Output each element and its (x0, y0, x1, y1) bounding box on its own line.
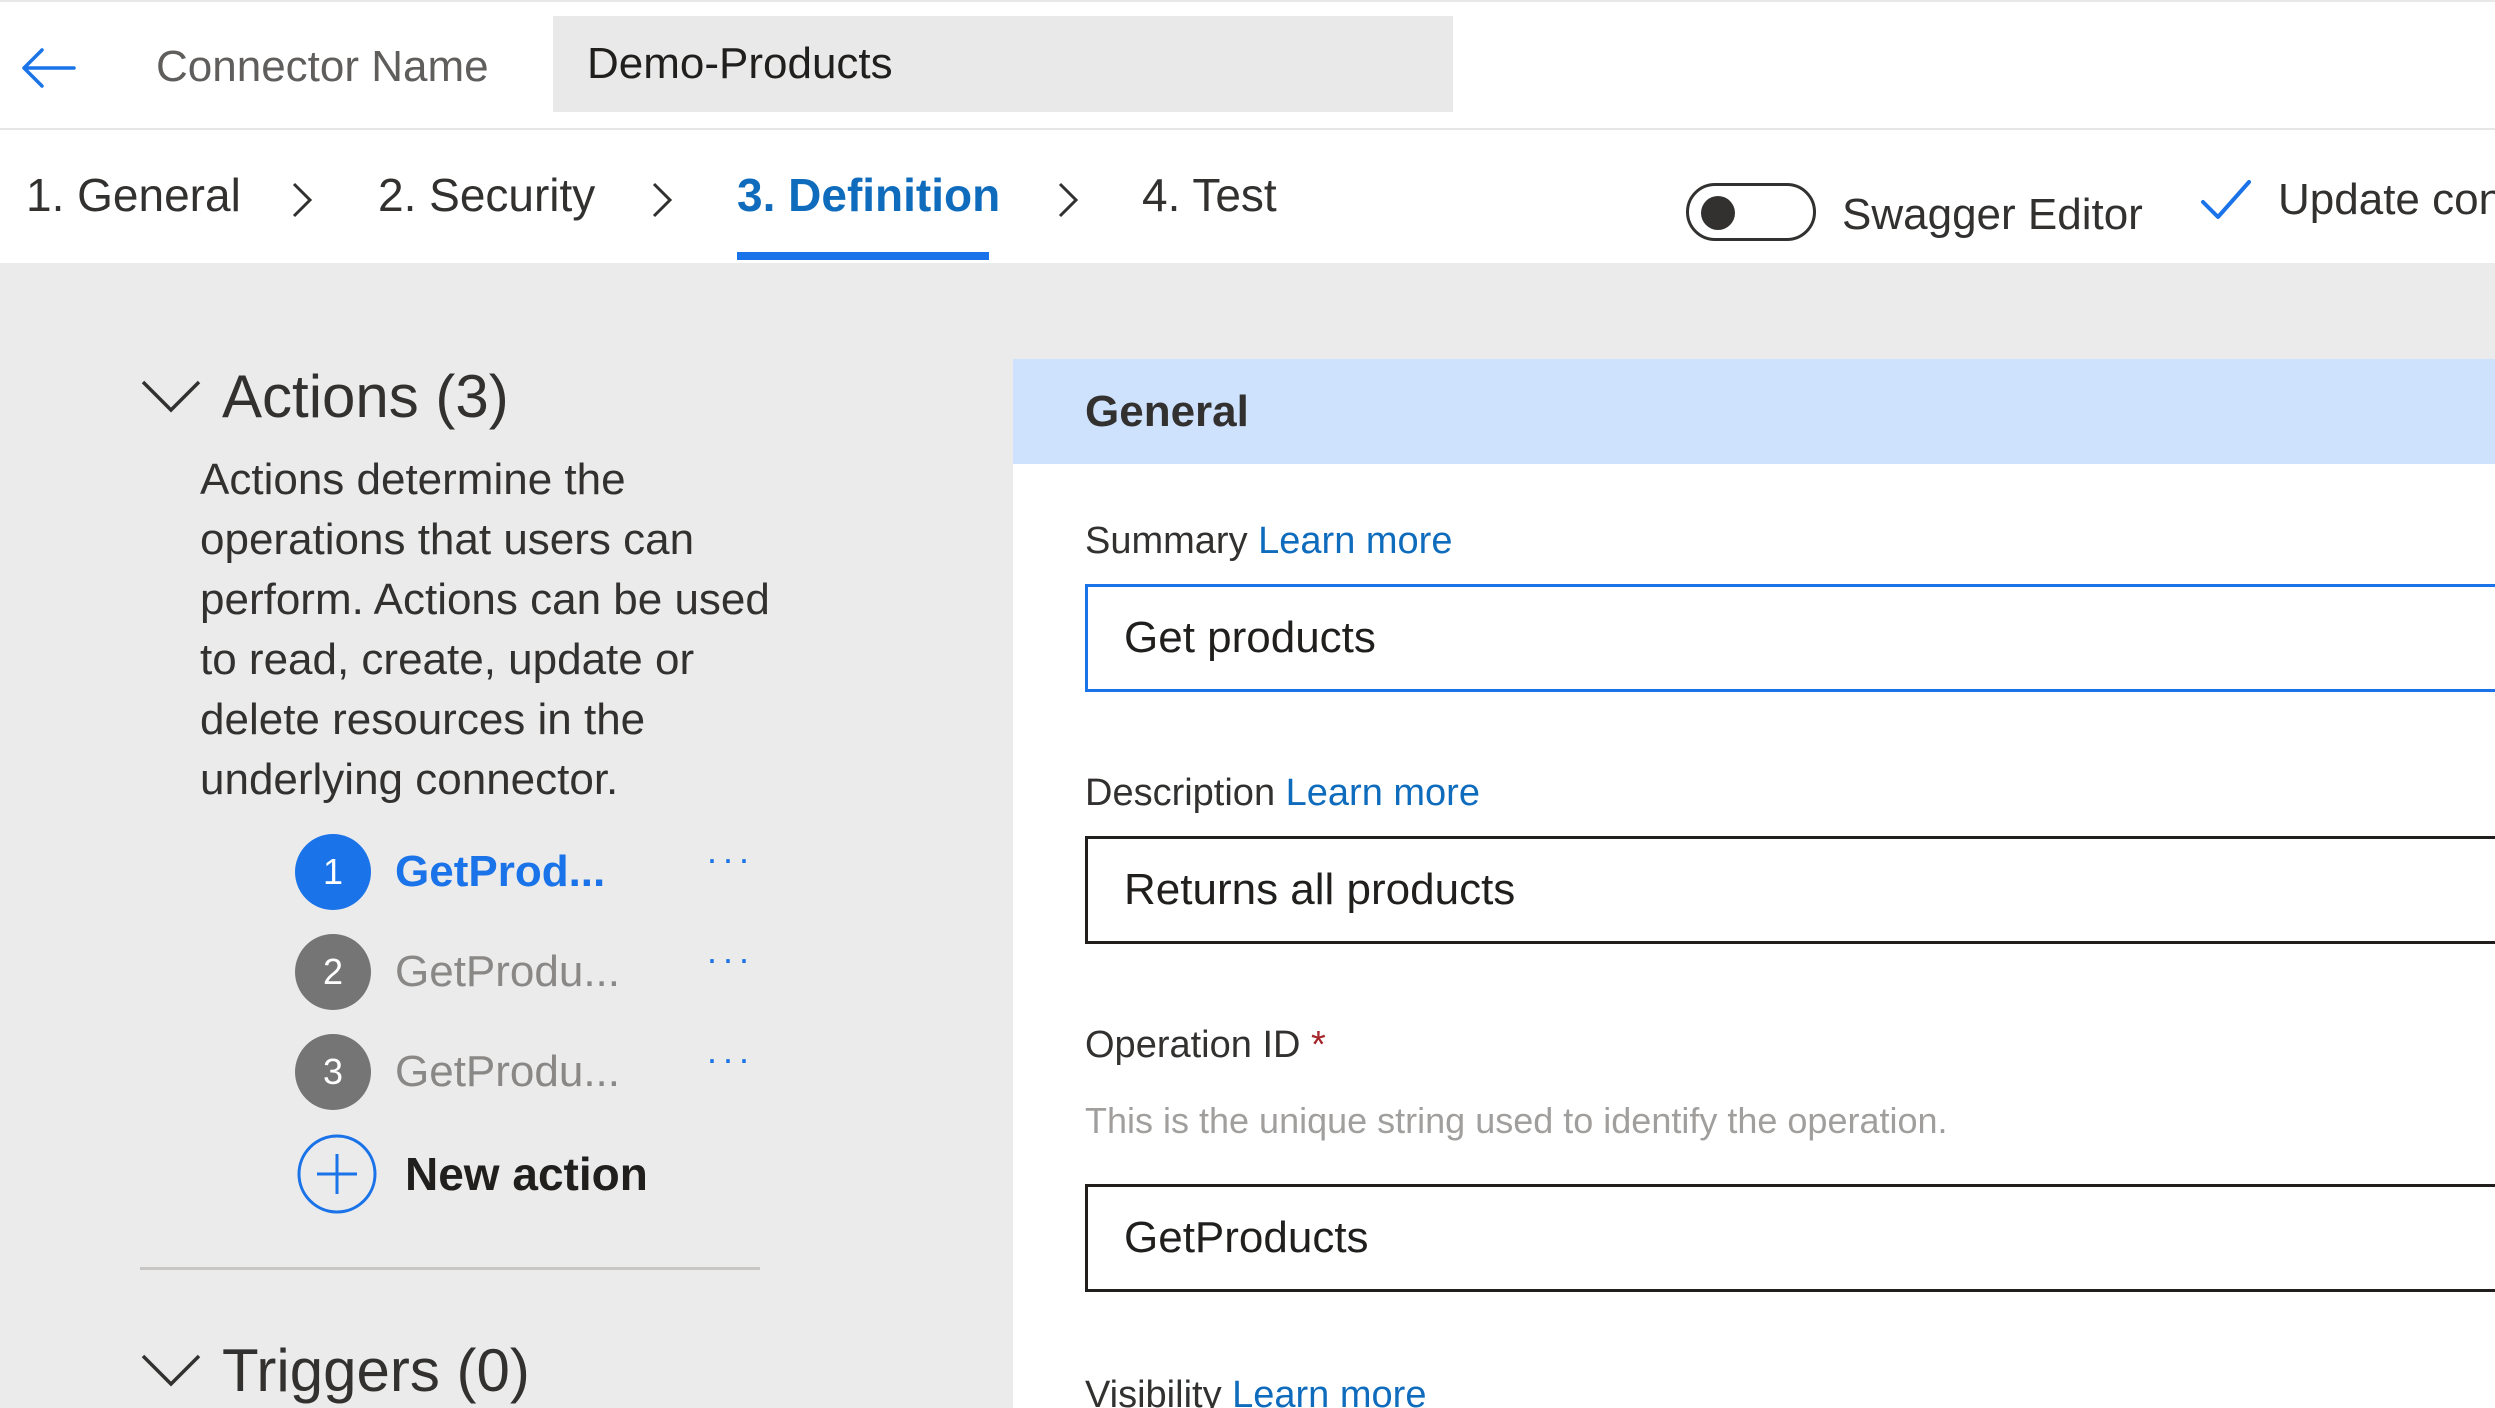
active-step-indicator (737, 252, 989, 260)
swagger-editor-toggle[interactable] (1686, 183, 1816, 241)
update-connector-label: Update conn (2278, 175, 2495, 224)
action-number-badge: 2 (295, 934, 371, 1010)
action-number-badge: 3 (295, 1034, 371, 1110)
toggle-knob (1701, 196, 1735, 230)
chevron-right-icon (292, 182, 313, 218)
add-circle-icon (297, 1134, 377, 1214)
connector-name-input[interactable] (553, 16, 1453, 112)
operation-id-label-text: Operation ID (1085, 1024, 1301, 1066)
description-label: Description Learn more (1085, 772, 1480, 815)
update-connector-button[interactable]: Update conn (2200, 170, 2495, 230)
step-general[interactable]: 1. General (26, 168, 241, 222)
general-title: General (1085, 387, 1249, 436)
summary-label-text: Summary (1085, 520, 1248, 562)
chevron-right-icon (1058, 182, 1079, 218)
operation-id-input[interactable] (1085, 1184, 2495, 1292)
operation-id-hint: This is the unique string used to identi… (1085, 1100, 1948, 1141)
checkmark-icon (2201, 180, 2251, 219)
description-label-text: Description (1085, 772, 1276, 814)
action-name: GetProdu... (395, 1047, 621, 1096)
back-button[interactable] (18, 40, 78, 96)
section-divider (140, 1267, 760, 1270)
actions-section-header[interactable]: Actions (3) (140, 362, 509, 431)
general-section-header: General (1013, 359, 2495, 464)
action-number-badge: 1 (295, 834, 371, 910)
arrow-left-icon (22, 48, 76, 88)
action-item[interactable]: 1 GetProd... ··· (295, 832, 765, 912)
more-options-button[interactable]: ··· (695, 938, 765, 979)
connector-name-label: Connector Name (156, 42, 489, 91)
actions-title: Actions (3) (222, 363, 509, 430)
action-item[interactable]: 2 GetProdu... ··· (295, 932, 765, 1012)
summary-learn-more-link[interactable]: Learn more (1258, 520, 1452, 562)
more-options-button[interactable]: ··· (695, 1038, 765, 1079)
step-test[interactable]: 4. Test (1142, 168, 1277, 222)
chevron-down-icon (141, 380, 201, 412)
new-action-button[interactable]: New action (295, 1132, 648, 1216)
triggers-section-header[interactable]: Triggers (0) (140, 1336, 530, 1405)
new-action-label: New action (405, 1148, 648, 1200)
required-marker: * (1311, 1024, 1326, 1066)
top-bar: Connector Name (0, 0, 2495, 130)
description-input[interactable] (1085, 836, 2495, 944)
definition-panel: General Summary Learn more Description L… (1013, 263, 2495, 1408)
swagger-editor-label: Swagger Editor (1842, 190, 2143, 239)
action-item[interactable]: 3 GetProdu... ··· (295, 1032, 765, 1112)
step-security[interactable]: 2. Security (378, 168, 595, 222)
triggers-title: Triggers (0) (222, 1337, 530, 1404)
visibility-label: Visibility Learn more (1085, 1374, 1426, 1408)
step-definition[interactable]: 3. Definition (737, 168, 1000, 222)
chevron-right-icon (652, 182, 673, 218)
general-form: Summary Learn more Description Learn mor… (1013, 464, 2495, 1408)
visibility-label-text: Visibility (1085, 1374, 1222, 1408)
operation-id-label: Operation ID * (1085, 1024, 1326, 1067)
more-options-button[interactable]: ··· (695, 838, 765, 879)
description-learn-more-link[interactable]: Learn more (1286, 772, 1480, 814)
action-name: GetProd... (395, 847, 606, 896)
action-name: GetProdu... (395, 947, 621, 996)
visibility-learn-more-link[interactable]: Learn more (1232, 1374, 1426, 1408)
summary-label: Summary Learn more (1085, 520, 1452, 563)
chevron-down-icon (141, 1354, 201, 1386)
actions-description: Actions determine the operations that us… (200, 455, 770, 804)
summary-input[interactable] (1085, 584, 2495, 692)
